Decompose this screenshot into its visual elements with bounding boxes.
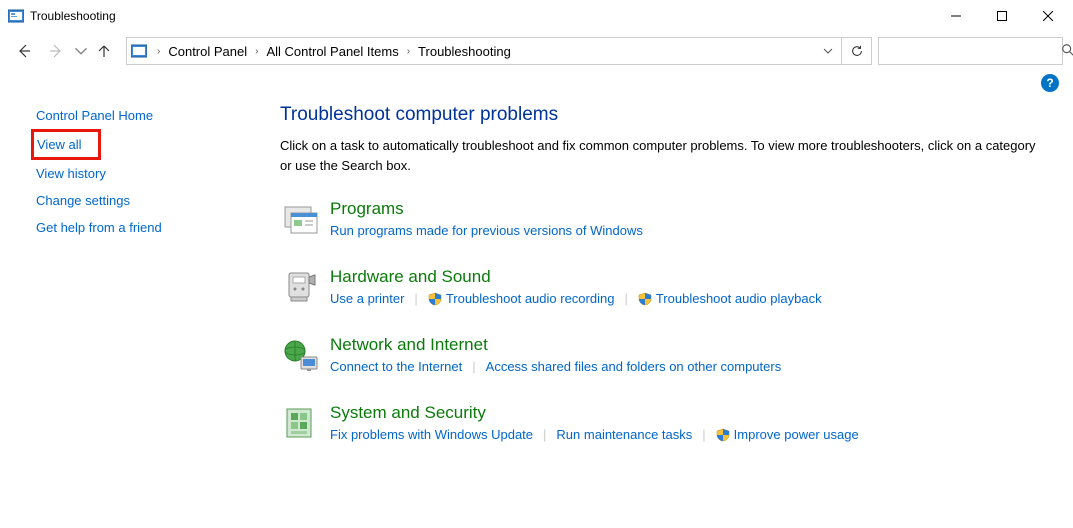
shield-icon [716, 428, 730, 442]
programs-icon [280, 199, 322, 241]
shield-icon [428, 292, 442, 306]
task-maintenance[interactable]: Run maintenance tasks [556, 427, 692, 442]
separator: | [543, 427, 546, 442]
separator: | [414, 291, 417, 306]
forward-button[interactable] [42, 37, 70, 65]
hardware-icon [280, 267, 322, 309]
highlight-annotation: View all [31, 129, 101, 160]
search-icon[interactable] [1061, 43, 1073, 60]
separator: | [624, 291, 627, 306]
page-subtitle: Click on a task to automatically trouble… [280, 136, 1043, 175]
task-shared[interactable]: Access shared files and folders on other… [486, 359, 782, 374]
category-hardware: Hardware and Sound Use a printer | Troub… [280, 267, 1043, 309]
app-icon [8, 8, 24, 24]
network-icon [280, 335, 322, 377]
refresh-button[interactable] [841, 38, 871, 64]
maximize-button[interactable] [979, 0, 1025, 32]
main-content: Troubleshoot computer problems Click on … [260, 96, 1073, 471]
sidebar-home[interactable]: Control Panel Home [36, 102, 260, 129]
category-network: Network and Internet Connect to the Inte… [280, 335, 1043, 377]
category-system: System and Security Fix problems with Wi… [280, 403, 1043, 445]
location-icon [131, 43, 147, 59]
sidebar-view-all[interactable]: View all [37, 135, 82, 154]
back-button[interactable] [10, 37, 38, 65]
system-icon [280, 403, 322, 445]
sidebar: Control Panel Home View all View history… [0, 96, 260, 471]
category-title-system[interactable]: System and Security [330, 403, 486, 423]
up-button[interactable] [92, 37, 116, 65]
chevron-right-icon[interactable]: › [151, 46, 166, 57]
address-dropdown[interactable] [817, 44, 839, 59]
task-audio-rec[interactable]: Troubleshoot audio recording [428, 291, 615, 306]
category-title-network[interactable]: Network and Internet [330, 335, 488, 355]
window-title: Troubleshooting [30, 9, 116, 23]
minimize-button[interactable] [933, 0, 979, 32]
task-compat[interactable]: Run programs made for previous versions … [330, 223, 643, 238]
nav-bar: › Control Panel › All Control Panel Item… [0, 32, 1073, 70]
separator: | [702, 427, 705, 442]
task-windows-update[interactable]: Fix problems with Windows Update [330, 427, 533, 442]
close-button[interactable] [1025, 0, 1071, 32]
category-programs: Programs Run programs made for previous … [280, 199, 1043, 241]
breadcrumb-item[interactable]: All Control Panel Items [264, 44, 400, 59]
shield-icon [638, 292, 652, 306]
task-printer[interactable]: Use a printer [330, 291, 404, 306]
sidebar-get-help[interactable]: Get help from a friend [36, 214, 260, 241]
search-input[interactable] [885, 44, 1061, 59]
task-power[interactable]: Improve power usage [716, 427, 859, 442]
recent-dropdown[interactable] [74, 37, 88, 65]
sidebar-change-settings[interactable]: Change settings [36, 187, 260, 214]
category-title-hardware[interactable]: Hardware and Sound [330, 267, 491, 287]
title-bar: Troubleshooting [0, 0, 1073, 32]
task-internet[interactable]: Connect to the Internet [330, 359, 462, 374]
chevron-right-icon[interactable]: › [401, 46, 416, 57]
search-box[interactable] [878, 37, 1063, 65]
breadcrumb-item[interactable]: Control Panel [166, 44, 249, 59]
chevron-right-icon[interactable]: › [249, 46, 264, 57]
page-title: Troubleshoot computer problems [280, 104, 1043, 126]
sidebar-view-history[interactable]: View history [36, 160, 260, 187]
address-bar[interactable]: › Control Panel › All Control Panel Item… [126, 37, 872, 65]
task-audio-play[interactable]: Troubleshoot audio playback [638, 291, 822, 306]
breadcrumb-item[interactable]: Troubleshooting [416, 44, 513, 59]
help-icon[interactable]: ? [1041, 74, 1059, 92]
separator: | [472, 359, 475, 374]
category-title-programs[interactable]: Programs [330, 199, 404, 219]
